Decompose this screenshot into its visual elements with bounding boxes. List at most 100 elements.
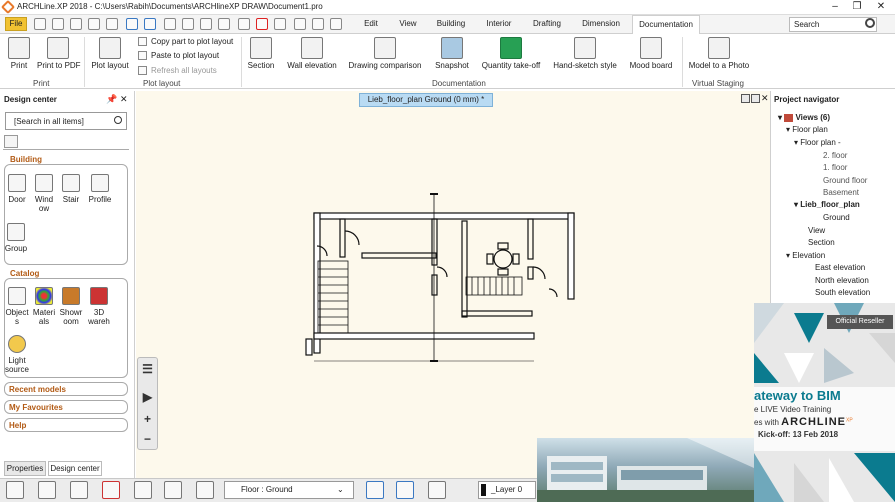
- tab-edit[interactable]: Edit: [358, 15, 384, 34]
- open-folder-icon[interactable]: [52, 18, 64, 30]
- floor-selector[interactable]: Floor : Ground ⌄: [224, 481, 354, 499]
- home-icon[interactable]: [4, 135, 18, 148]
- tab-properties[interactable]: Properties: [4, 461, 46, 476]
- cut-icon[interactable]: [164, 18, 176, 30]
- measure-icon[interactable]: [312, 18, 324, 30]
- ortho-icon[interactable]: [164, 481, 182, 499]
- paste-to-plot-button[interactable]: Paste to plot layout: [138, 51, 219, 61]
- tree-basement[interactable]: Basement: [823, 188, 859, 197]
- search-icon[interactable]: [865, 18, 875, 28]
- drawing-comparison-button[interactable]: Drawing comparison: [348, 37, 422, 73]
- doc-close-icon[interactable]: ✕: [761, 93, 769, 104]
- design-search-input[interactable]: [Search in all items]: [5, 112, 127, 130]
- print-button[interactable]: Print: [4, 37, 34, 73]
- tab-dimension[interactable]: Dimension: [576, 15, 626, 34]
- settings-gear-icon[interactable]: [6, 481, 24, 499]
- quantity-takeoff-button[interactable]: Quantity take-off: [480, 37, 542, 73]
- tree-lieb-ground[interactable]: Ground: [823, 213, 850, 222]
- file-menu-button[interactable]: File: [5, 17, 27, 31]
- snap-icon[interactable]: [70, 481, 88, 499]
- snapshot-button[interactable]: Snapshot: [432, 37, 472, 73]
- angle-icon[interactable]: [134, 481, 152, 499]
- plot-layout-button[interactable]: Plot layout: [90, 37, 130, 73]
- list-view-icon[interactable]: ☰: [140, 362, 155, 376]
- showroom-item[interactable]: Showr oom: [58, 287, 84, 326]
- close-panel-icon[interactable]: ✕: [120, 94, 128, 105]
- tree-floor-2[interactable]: 2. floor: [823, 151, 847, 160]
- model-to-photo-button[interactable]: Model to a Photo: [688, 37, 750, 73]
- refresh-layouts-button[interactable]: Refresh all layouts: [138, 66, 217, 76]
- copy-icon[interactable]: [182, 18, 194, 30]
- grid-icon[interactable]: [38, 481, 56, 499]
- 3d-warehouse-item[interactable]: 3D wareh: [86, 287, 112, 326]
- tab-building[interactable]: Building: [432, 15, 470, 34]
- floor-up-icon[interactable]: [366, 481, 384, 499]
- tab-view[interactable]: View: [394, 15, 422, 34]
- text-icon[interactable]: [330, 18, 342, 30]
- mood-board-button[interactable]: Mood board: [626, 37, 676, 73]
- stair-item[interactable]: Stair: [60, 174, 82, 204]
- search-input[interactable]: Search: [789, 17, 877, 32]
- doc-minimize-icon[interactable]: [741, 94, 750, 103]
- tree-section[interactable]: Section: [808, 238, 835, 247]
- tab-interior[interactable]: Interior: [480, 15, 518, 34]
- materials-item[interactable]: Materi als: [32, 287, 56, 326]
- tree-elevation[interactable]: ▾ Elevation: [786, 251, 825, 260]
- group-item[interactable]: Group: [4, 223, 28, 253]
- doc-restore-icon[interactable]: [751, 94, 760, 103]
- tree-floor-plan-dash[interactable]: ▾ Floor plan -: [794, 138, 841, 147]
- hand-sketch-button[interactable]: Hand-sketch style: [552, 37, 618, 73]
- tree-lieb-floor-plan[interactable]: ▾ Lieb_floor_plan: [794, 200, 860, 209]
- minimize-button[interactable]: –: [824, 0, 846, 15]
- play-icon[interactable]: ▶: [140, 390, 155, 404]
- banner-building-photo[interactable]: [537, 438, 754, 502]
- door-item[interactable]: Door: [6, 174, 28, 204]
- hammer-icon[interactable]: [428, 481, 446, 499]
- promo-banner[interactable]: Official Reseller ateway to BIM e LIVE V…: [754, 303, 895, 502]
- print-quick-icon[interactable]: [106, 18, 118, 30]
- layer-selector[interactable]: _Layer 0: [478, 481, 536, 499]
- paste-icon[interactable]: [200, 18, 212, 30]
- light-source-item[interactable]: Light source: [4, 335, 30, 374]
- new-file-icon[interactable]: [34, 18, 46, 30]
- save-as-icon[interactable]: [88, 18, 100, 30]
- dimension-icon[interactable]: [274, 18, 286, 30]
- move-icon[interactable]: [294, 18, 306, 30]
- search-icon[interactable]: [114, 116, 122, 124]
- profile-item[interactable]: Profile: [86, 174, 114, 204]
- section-button[interactable]: Section: [246, 37, 276, 73]
- tree-north-elevation[interactable]: North elevation: [815, 276, 869, 285]
- catalog-section-title[interactable]: Catalog: [8, 269, 42, 278]
- print-to-pdf-button[interactable]: Print to PDF: [37, 37, 81, 73]
- wall-elevation-button[interactable]: Wall elevation: [286, 37, 338, 73]
- tree-floor-1[interactable]: 1. floor: [823, 163, 847, 172]
- drawing-canvas[interactable]: [136, 91, 770, 478]
- objects-item[interactable]: Object s: [4, 287, 30, 326]
- undo-icon[interactable]: [126, 18, 138, 30]
- brush-icon[interactable]: [218, 18, 230, 30]
- maximize-button[interactable]: ❐: [846, 0, 868, 15]
- help-section[interactable]: Help: [4, 418, 128, 432]
- floor-down-icon[interactable]: [396, 481, 414, 499]
- delete-icon[interactable]: [256, 18, 268, 30]
- redo-icon[interactable]: [144, 18, 156, 30]
- list-icon[interactable]: [196, 481, 214, 499]
- pin-icon[interactable]: 📌: [106, 94, 117, 105]
- tree-floor-plan[interactable]: ▾ Floor plan: [786, 125, 828, 134]
- document-tab[interactable]: Lieb_floor_plan Ground (0 mm) *: [359, 93, 493, 107]
- save-icon[interactable]: [70, 18, 82, 30]
- tree-view[interactable]: View: [808, 226, 825, 235]
- window-item[interactable]: Wind ow: [32, 174, 56, 213]
- tree-south-elevation[interactable]: South elevation: [815, 288, 870, 297]
- building-section-title[interactable]: Building: [8, 155, 44, 164]
- tree-ground-floor[interactable]: Ground floor: [823, 176, 867, 185]
- magnet-icon[interactable]: [102, 481, 120, 499]
- tab-drafting[interactable]: Drafting: [528, 15, 566, 34]
- tab-design-center[interactable]: Design center: [48, 461, 102, 476]
- close-button[interactable]: ✕: [870, 0, 892, 15]
- zoom-in-icon[interactable]: +: [140, 412, 155, 426]
- tree-views[interactable]: ▾ Views (6): [778, 113, 830, 122]
- zoom-out-icon[interactable]: −: [140, 432, 155, 446]
- tab-documentation[interactable]: Documentation: [632, 15, 700, 35]
- recent-models-section[interactable]: Recent models: [4, 382, 128, 396]
